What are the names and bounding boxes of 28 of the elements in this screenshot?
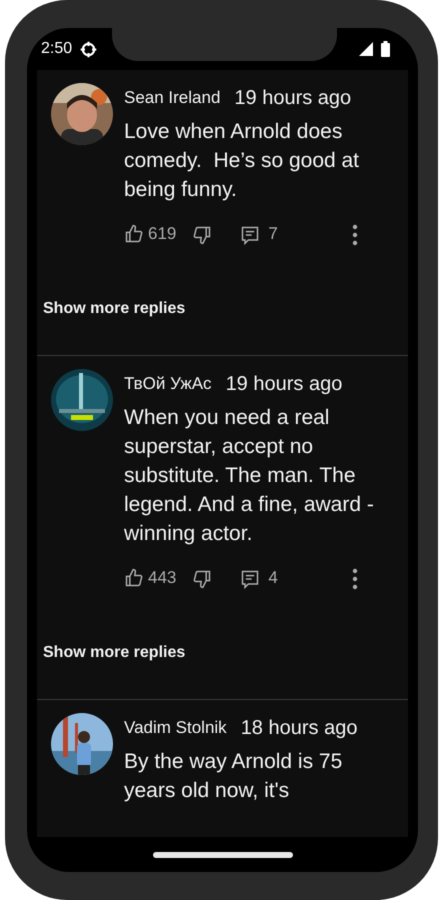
comment-text: When you need a real superstar, accept no substitute. The man. The legend. And a fine, award - winning actor. bbox=[124, 405, 374, 547]
like-count: 443 bbox=[148, 567, 176, 590]
signal-icon bbox=[359, 42, 373, 56]
thumbs-down-icon[interactable] bbox=[192, 568, 212, 589]
author-name[interactable]: Vadim Stolnik bbox=[124, 715, 227, 741]
show-more-replies-link[interactable]: Show more replies bbox=[43, 641, 186, 665]
reply-count: 4 bbox=[268, 567, 278, 590]
gear-icon bbox=[80, 40, 98, 58]
status-time: 2:50 bbox=[41, 39, 72, 59]
show-more-replies-link[interactable]: Show more replies bbox=[43, 297, 186, 321]
reply-count: 7 bbox=[268, 223, 278, 246]
author-name[interactable]: Sean Ireland bbox=[124, 85, 220, 111]
home-indicator[interactable] bbox=[152, 852, 292, 858]
like-count: 619 bbox=[148, 223, 176, 246]
more-options-icon[interactable] bbox=[352, 568, 358, 590]
thumbs-up-icon[interactable] bbox=[124, 224, 144, 244]
thumbs-up-icon[interactable] bbox=[124, 568, 144, 588]
battery-icon bbox=[381, 41, 390, 57]
thumbs-down-icon[interactable] bbox=[192, 224, 212, 245]
comment-text: Love when Arnold does comedy. He’s so good at being funny. bbox=[124, 119, 360, 203]
comment-time: 18 hours ago bbox=[240, 716, 358, 741]
comment-icon[interactable] bbox=[240, 224, 260, 245]
comment-icon[interactable] bbox=[240, 568, 260, 589]
author-name[interactable]: ТвОй УжАс bbox=[124, 371, 212, 397]
comment-time: 19 hours ago bbox=[234, 86, 352, 111]
comment-time: 19 hours ago bbox=[226, 372, 342, 397]
comment-text: By the way Arnold is 75 years old now, it's bbox=[124, 749, 344, 804]
more-options-icon[interactable] bbox=[352, 224, 358, 246]
